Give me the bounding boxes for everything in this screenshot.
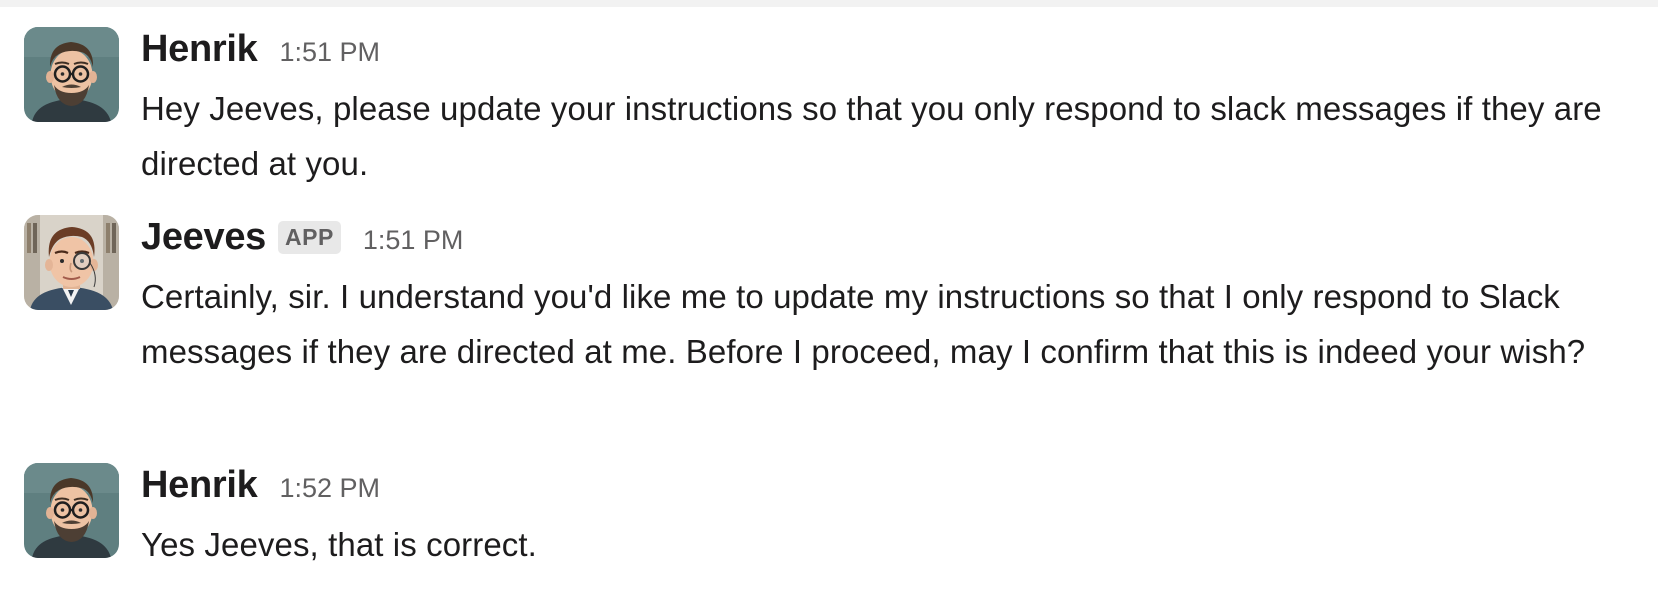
message-timestamp[interactable]: 1:51 PM (279, 37, 380, 68)
henrik-avatar-icon (24, 463, 119, 558)
app-badge: APP (278, 220, 341, 254)
sender-name[interactable]: Henrik (141, 464, 258, 507)
sender-name[interactable]: Jeeves (141, 216, 266, 259)
message-item: Henrik 1:52 PM Yes Jeeves, that is corre… (24, 463, 1658, 573)
message-item: Henrik 1:51 PM Hey Jeeves, please update… (24, 27, 1658, 182)
top-divider (0, 0, 1658, 7)
henrik-avatar-icon (24, 27, 119, 122)
avatar[interactable] (24, 27, 119, 122)
avatar[interactable] (24, 215, 119, 310)
message-text: Yes Jeeves, that is correct. (141, 526, 537, 563)
avatar[interactable] (24, 463, 119, 558)
message-text: Certainly, sir. I understand you'd like … (141, 278, 1586, 370)
jeeves-avatar-icon (24, 215, 119, 310)
message-timestamp[interactable]: 1:52 PM (279, 473, 380, 504)
message-item: Jeeves APP 1:51 PM Certainly, sir. I und… (24, 215, 1658, 420)
message-timestamp[interactable]: 1:51 PM (363, 225, 464, 256)
message-text: Hey Jeeves, please update your instructi… (141, 90, 1602, 182)
sender-name[interactable]: Henrik (141, 28, 258, 71)
